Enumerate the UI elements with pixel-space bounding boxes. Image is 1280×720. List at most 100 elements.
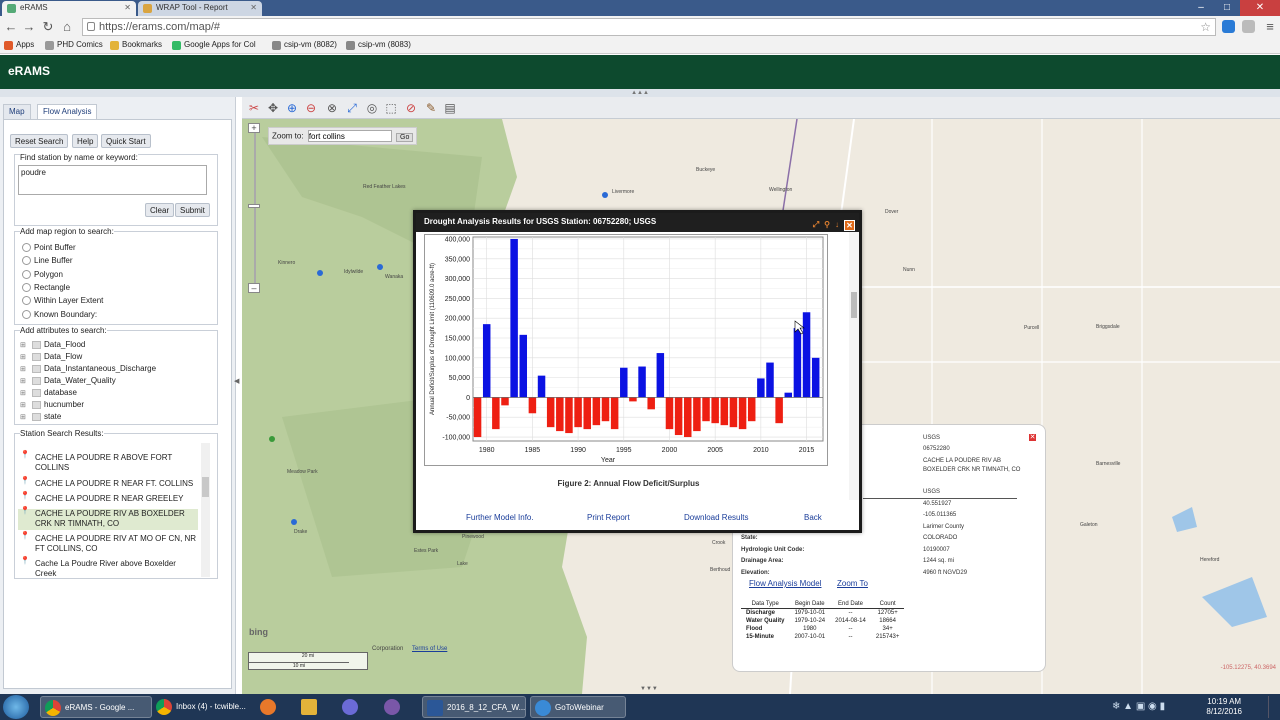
tree-item-data-instantaneous[interactable]: ⊞ Data_Instantaneous_Discharge [20, 364, 156, 373]
bookmark-folder[interactable]: Bookmarks [110, 40, 162, 50]
station-marker[interactable] [602, 192, 608, 198]
taskbar-item-app[interactable] [338, 696, 370, 718]
expand-icon[interactable]: ⊞ [20, 389, 26, 397]
results-scrollbar[interactable] [201, 443, 210, 577]
print-report-link[interactable]: Print Report [587, 513, 630, 522]
panel-collapse-icon[interactable]: ◀ [234, 377, 239, 407]
zoom-slider-handle[interactable] [248, 204, 260, 208]
expand-icon[interactable]: ⊞ [20, 341, 26, 349]
bookmark-apps[interactable]: Apps [4, 40, 34, 50]
expand-icon[interactable]: ⊞ [20, 365, 26, 373]
tab-erams[interactable]: eRAMS ✕ [2, 1, 136, 16]
zoom-out-button[interactable]: – [248, 283, 260, 293]
menu-icon[interactable]: ≡ [1262, 19, 1278, 35]
clear-selection-icon[interactable]: ⊘ [403, 100, 419, 116]
close-popup-icon[interactable]: ✕ [1028, 433, 1037, 442]
tab-wrap-tool[interactable]: WRAP Tool - Report ✕ [138, 1, 262, 16]
full-extent-icon[interactable]: ⤢ [344, 100, 360, 116]
tree-item-data-flow[interactable]: ⊞ Data_Flow [20, 352, 82, 361]
back-link[interactable]: Back [804, 513, 822, 522]
bookmark-star-icon[interactable]: ☆ [1200, 19, 1211, 35]
station-marker[interactable] [269, 436, 275, 442]
tray-icons[interactable]: ❄ ▲ ▣ ◉ ▮ [1112, 701, 1165, 712]
radio-rectangle[interactable]: Rectangle [22, 283, 70, 292]
back-icon[interactable]: ← [3, 19, 19, 35]
extension-icon[interactable] [1222, 20, 1235, 33]
select-icon[interactable]: ⬚ [383, 100, 399, 116]
expand-icon[interactable]: ⊞ [20, 353, 26, 361]
bookmark-google-apps[interactable]: Google Apps for Col [172, 40, 256, 50]
clear-tool-icon[interactable]: ✂ [246, 100, 262, 116]
bottom-splitter-icon[interactable]: ▼▼▼ [640, 686, 658, 692]
reload-icon[interactable]: ↻ [40, 19, 56, 35]
list-item[interactable]: 📍 CACHE LA POUDRE R NEAR FT. COLLINS [18, 476, 198, 491]
taskbar-item-word[interactable]: 2016_8_12_CFA_W... [422, 696, 526, 718]
close-tab-icon[interactable]: ✕ [250, 3, 257, 12]
expand-icon[interactable]: ⊞ [20, 377, 26, 385]
scrollbar-thumb[interactable] [202, 477, 209, 497]
start-button[interactable] [3, 695, 29, 719]
minimize-icon[interactable]: – [1188, 0, 1214, 16]
station-marker[interactable] [291, 519, 297, 525]
forward-icon[interactable]: → [21, 19, 37, 35]
list-item[interactable]: 📍 CACHE LA POUDRE R NEAR GREELEY [18, 491, 198, 506]
scrollbar-thumb[interactable] [851, 292, 857, 318]
list-item[interactable]: 📍 Cache La Poudre River above Boxelder Cr… [18, 556, 198, 577]
minimize-icon[interactable]: ↓ [835, 216, 839, 234]
close-window-icon[interactable]: ✕ [1240, 0, 1280, 16]
extension-icon[interactable] [1242, 20, 1255, 33]
radio-polygon[interactable]: Polygon [22, 270, 63, 279]
station-marker[interactable] [317, 270, 323, 276]
list-item-selected[interactable]: 📍 CACHE LA POUDRE RIV AB BOXELDER CRK NR … [18, 506, 198, 530]
further-model-info-link[interactable]: Further Model Info. [466, 513, 534, 522]
reset-search-button[interactable]: Reset Search [10, 134, 69, 148]
zoom-to-input[interactable] [307, 130, 392, 142]
layers-icon[interactable]: ▤ [442, 100, 458, 116]
header-splitter[interactable]: ▲▲▲ [0, 89, 1280, 97]
taskbar-item-inbox[interactable]: Inbox (4) - tcwible... [152, 696, 252, 718]
pin-icon[interactable]: ⚲ [824, 216, 830, 234]
tree-item-state[interactable]: ⊞ state [20, 412, 61, 421]
checkbox[interactable] [32, 341, 41, 349]
close-tab-icon[interactable]: ✕ [124, 3, 131, 12]
radio-known-boundary[interactable]: Known Boundary: [22, 310, 97, 319]
home-icon[interactable]: ⌂ [59, 19, 75, 35]
checkbox[interactable] [32, 413, 41, 421]
identify-icon[interactable]: ◎ [364, 100, 380, 116]
terms-link[interactable]: Terms of Use [412, 646, 447, 652]
checkbox[interactable] [32, 377, 41, 385]
radio-line-buffer[interactable]: Line Buffer [22, 256, 73, 265]
checkbox[interactable] [32, 401, 41, 409]
clear-button[interactable]: Clear [145, 203, 175, 217]
checkbox[interactable] [32, 365, 41, 373]
maximize-icon[interactable]: □ [1214, 0, 1240, 16]
tree-item-data-flood[interactable]: ⊞ Data_Flood [20, 340, 85, 349]
checkbox[interactable] [32, 353, 41, 361]
search-textarea[interactable]: poudre [18, 165, 207, 195]
bookmark-csip-8082[interactable]: csip-vm (8082) [272, 40, 337, 50]
quick-start-button[interactable]: Quick Start [101, 134, 151, 148]
tab-flow-analysis[interactable]: Flow Analysis [37, 104, 98, 119]
go-button[interactable]: Go [396, 132, 414, 142]
tree-item-data-water-quality[interactable]: ⊞ Data_Water_Quality [20, 376, 116, 385]
expand-icon[interactable]: ⤢ [813, 216, 819, 234]
flow-analysis-model-link[interactable]: Flow Analysis Model [749, 579, 821, 588]
show-desktop-button[interactable] [1268, 696, 1278, 718]
zoom-in-icon[interactable]: ⊕ [284, 100, 300, 116]
expand-icon[interactable]: ⊞ [20, 413, 26, 421]
tree-item-hucnumber[interactable]: ⊞ hucnumber [20, 400, 84, 409]
bookmark-phd-comics[interactable]: PHD Comics [45, 40, 103, 50]
taskbar-item-app[interactable] [380, 696, 412, 718]
bookmark-csip-8083[interactable]: csip-vm (8083) [346, 40, 411, 50]
expand-icon[interactable]: ⊞ [20, 401, 26, 409]
taskbar-item-erams[interactable]: eRAMS - Google ... [40, 696, 152, 718]
list-item[interactable]: 📍 CACHE LA POUDRE R ABOVE FORT COLLINS [18, 450, 198, 473]
draw-icon[interactable]: ✎ [423, 100, 439, 116]
zoom-out-icon[interactable]: ⊖ [303, 100, 319, 116]
zoom-previous-icon[interactable]: ⊗ [324, 100, 340, 116]
clock[interactable]: 10:19 AM 8/12/2016 [1206, 697, 1242, 717]
tab-map[interactable]: Map [3, 104, 31, 119]
checkbox[interactable] [32, 389, 41, 397]
taskbar-item-explorer[interactable] [297, 696, 329, 718]
radio-within-layer-extent[interactable]: Within Layer Extent [22, 296, 103, 305]
